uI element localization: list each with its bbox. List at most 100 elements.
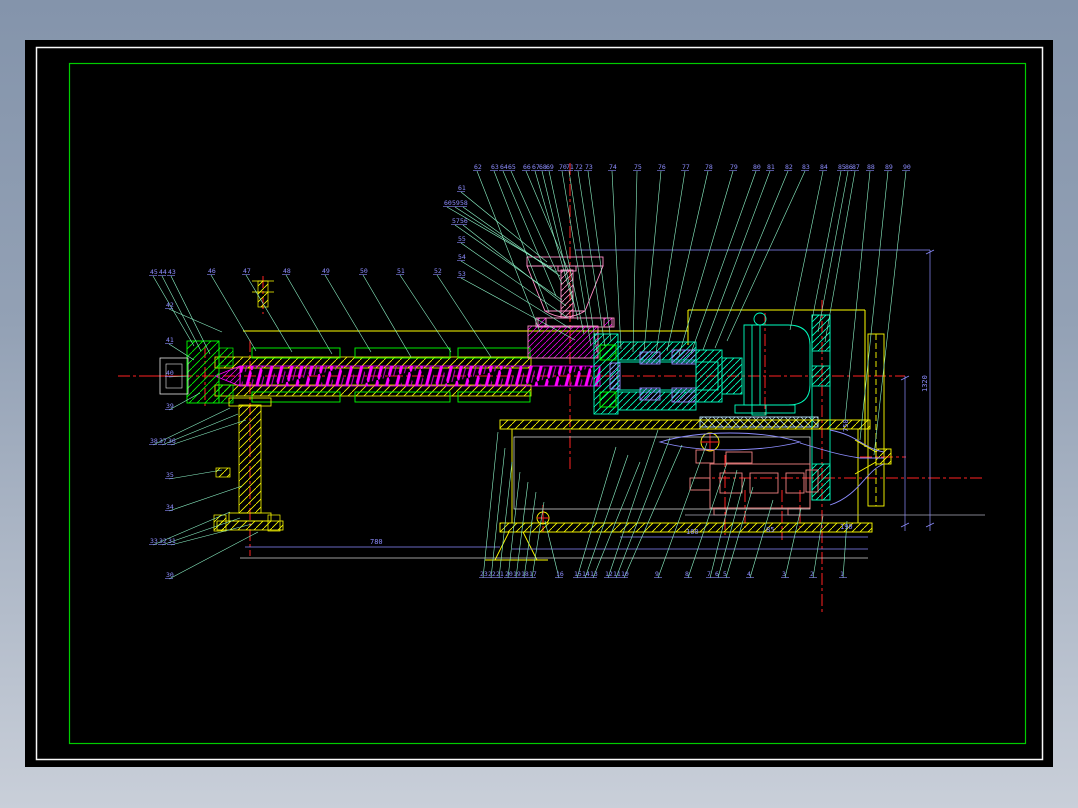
balloon-label: 48 bbox=[283, 267, 291, 275]
leader-line bbox=[399, 274, 452, 353]
leader-line bbox=[702, 170, 771, 351]
leader-line bbox=[168, 469, 223, 480]
leader-line bbox=[811, 170, 842, 321]
leader-line bbox=[436, 274, 492, 358]
balloon-label: 20 bbox=[505, 570, 513, 578]
leader-line bbox=[873, 170, 907, 456]
balloon-label: 79 bbox=[730, 163, 738, 171]
balloon-label: 37 bbox=[159, 437, 167, 445]
balloon-label: 84 bbox=[820, 163, 828, 171]
leader-line bbox=[324, 274, 372, 353]
leader-line bbox=[784, 507, 802, 579]
balloon-label: 10 bbox=[621, 570, 629, 578]
balloon-label: 23 bbox=[480, 570, 488, 578]
balloon-label: 82 bbox=[785, 163, 793, 171]
balloon-label: 18 bbox=[521, 570, 529, 578]
desktop-background: 62 63 64 65 66 67 68 69 70 71 72 73 74 75 76 77 78 79 80 81… bbox=[0, 0, 1078, 808]
feed-throat bbox=[527, 325, 599, 359]
leader-line bbox=[817, 170, 849, 333]
barrel-flange bbox=[186, 340, 220, 404]
bearing bbox=[639, 387, 661, 401]
leader-line bbox=[643, 170, 662, 352]
leader-line bbox=[210, 274, 257, 352]
balloon-label: 55 bbox=[458, 235, 466, 243]
balloon-label: 65 bbox=[508, 163, 516, 171]
balloon-label: 45 bbox=[150, 268, 158, 276]
balloon-label: 69 bbox=[546, 163, 554, 171]
balloon-label: 53 bbox=[458, 270, 466, 278]
leader-line bbox=[611, 170, 622, 350]
balloon-label: 50 bbox=[360, 267, 368, 275]
leader-line bbox=[476, 170, 541, 333]
balloon-label: 34 bbox=[166, 503, 174, 511]
balloon-label: 47 bbox=[243, 267, 251, 275]
leader-line bbox=[454, 224, 563, 301]
balloon-label: 39 bbox=[166, 402, 174, 410]
balloon-label: 40 bbox=[166, 369, 174, 377]
leader-line bbox=[531, 501, 545, 579]
balloon-label: 22 bbox=[488, 570, 496, 578]
dimension-text: 85 bbox=[766, 526, 774, 534]
leader-line bbox=[245, 274, 293, 353]
balloon-label: 89 bbox=[885, 163, 893, 171]
balloon-label: 90 bbox=[903, 163, 911, 171]
balloon-label: 72 bbox=[575, 163, 583, 171]
balloon-label: 77 bbox=[682, 163, 690, 171]
balloon-label: 44 bbox=[159, 268, 167, 276]
balloon-label: 3 bbox=[782, 570, 786, 578]
balloon-label: 57 bbox=[452, 217, 460, 225]
balloon-label: 87 bbox=[852, 163, 860, 171]
dimension-text: 750 bbox=[842, 419, 850, 432]
balloon-label: 63 bbox=[491, 163, 499, 171]
balloon-label: 43 bbox=[168, 268, 176, 276]
leader-line bbox=[285, 274, 333, 355]
balloon-label: 64 bbox=[500, 163, 508, 171]
balloon-label: 4 bbox=[747, 570, 751, 578]
leader-line bbox=[510, 170, 563, 285]
balloon-label: 60 bbox=[444, 199, 452, 207]
leader-line bbox=[168, 485, 243, 512]
leader-line bbox=[632, 170, 638, 353]
leader-line bbox=[525, 170, 569, 271]
balloon-label: 54 bbox=[458, 253, 466, 261]
balloon-label: 1 bbox=[840, 570, 844, 578]
balloon-label: 35 bbox=[166, 471, 174, 479]
leader-line bbox=[460, 191, 548, 263]
balloon-label: 78 bbox=[705, 163, 713, 171]
leader-line bbox=[687, 462, 728, 579]
balloon-label: 66 bbox=[523, 163, 531, 171]
balloon-label: 21 bbox=[496, 570, 504, 578]
balloon-label: 31 bbox=[168, 537, 176, 545]
balloon-label: 13 bbox=[590, 570, 598, 578]
leader-line bbox=[362, 274, 412, 358]
leader-line bbox=[714, 170, 789, 349]
balloon-label: 62 bbox=[474, 163, 482, 171]
leader-line bbox=[789, 170, 824, 331]
balloon-label: 42 bbox=[166, 301, 174, 309]
balloon-label: 19 bbox=[513, 570, 521, 578]
leader-line bbox=[460, 242, 569, 319]
balloon-label: 51 bbox=[397, 267, 405, 275]
balloon-label: 7 bbox=[707, 570, 711, 578]
balloon-label: 61 bbox=[458, 184, 466, 192]
balloon-label: 15 bbox=[574, 570, 582, 578]
leader-line bbox=[561, 170, 592, 347]
leader-line bbox=[584, 454, 629, 579]
base-frame bbox=[240, 419, 873, 561]
balloon-label: 41 bbox=[166, 336, 174, 344]
balloon-label: 83 bbox=[802, 163, 810, 171]
coupling bbox=[695, 349, 723, 403]
dimension-text: 780 bbox=[370, 538, 383, 546]
leader-line bbox=[749, 499, 774, 579]
balloon-label: 38 bbox=[150, 437, 158, 445]
dimension-text: 190 bbox=[840, 523, 853, 531]
bearing bbox=[639, 351, 661, 365]
anchor-bolt bbox=[213, 514, 227, 532]
balloon-label: 33 bbox=[150, 537, 158, 545]
balloon-label: 16 bbox=[556, 570, 564, 578]
motor-body bbox=[743, 324, 811, 406]
leader-line bbox=[568, 170, 598, 353]
balloon-label: 56 bbox=[460, 217, 468, 225]
adjust-bolt bbox=[215, 467, 231, 478]
leader-line bbox=[168, 531, 259, 580]
